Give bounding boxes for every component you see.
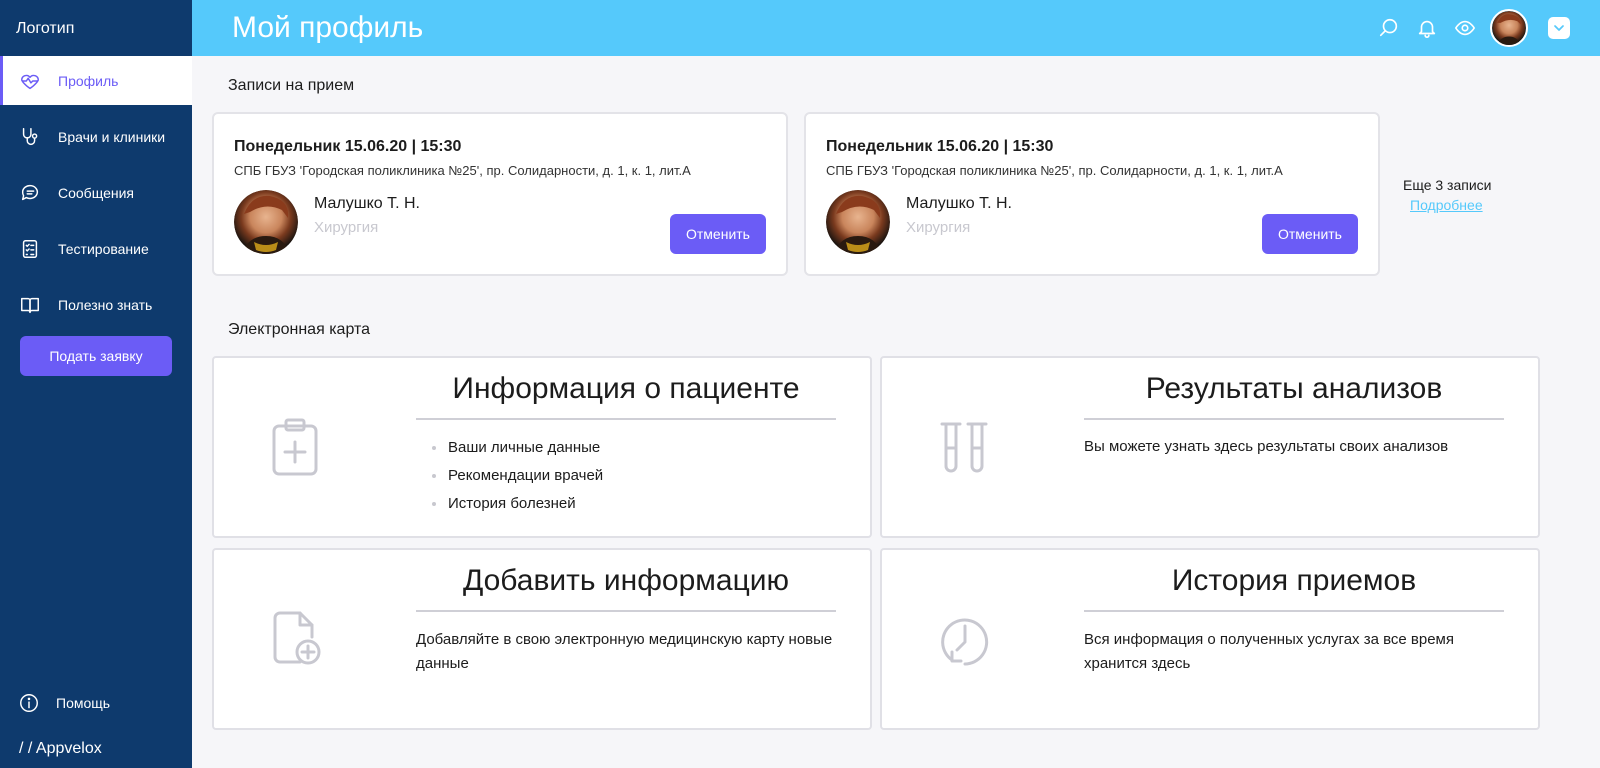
chat-icon — [18, 181, 42, 205]
sidebar: Логотип Профиль Врачи и клиники Сообщени… — [0, 0, 192, 768]
cancel-appointment-button[interactable]: Отменить — [1262, 214, 1358, 254]
card-title: История приемов — [1171, 564, 1417, 597]
list-item: Ваши личные данные — [432, 434, 603, 462]
list-item: История болезней — [432, 490, 603, 518]
doctor-name[interactable]: Малушко Т. Н. — [906, 195, 1012, 213]
card-divider — [416, 610, 836, 612]
clipboard-plus-icon — [272, 418, 318, 476]
book-icon — [18, 293, 42, 317]
doctor-avatar — [234, 190, 298, 254]
appointments-section-title: Записи на прием — [228, 77, 355, 94]
clock-history-icon — [941, 618, 989, 666]
sidebar-item-label: Профиль — [58, 72, 119, 89]
sidebar-item-label: Сообщения — [58, 184, 134, 201]
top-header: Мой профиль — [192, 0, 1600, 56]
appointment-card: Понедельник 15.06.20 | 15:30 СПБ ГБУЗ 'Г… — [804, 112, 1380, 276]
card-divider — [416, 418, 836, 420]
logo[interactable]: Логотип — [16, 20, 74, 38]
list-item: Рекомендации врачей — [432, 462, 603, 490]
checklist-icon — [18, 237, 42, 261]
card-divider — [1084, 418, 1504, 420]
page-title: Мой профиль — [232, 11, 424, 44]
doctor-name[interactable]: Малушко Т. Н. — [314, 195, 420, 213]
appointment-datetime: Понедельник 15.06.20 | 15:30 — [234, 138, 462, 155]
sidebar-item-profile[interactable]: Профиль — [0, 56, 192, 105]
sidebar-item-label: Врачи и клиники — [58, 128, 166, 145]
search-icon[interactable] — [1376, 15, 1402, 41]
doctor-avatar — [826, 190, 890, 254]
eye-icon[interactable] — [1452, 15, 1478, 41]
patient-info-card[interactable]: Информация о пациенте Ваши личные данные… — [212, 356, 872, 538]
card-title: Результаты анализов — [1145, 372, 1443, 405]
sidebar-item-label: Полезно знать — [58, 296, 153, 313]
card-description: Вся информация о полученных услугах за в… — [1084, 631, 1454, 672]
info-icon — [18, 692, 40, 714]
card-description: Добавляйте в свою электронную медицинску… — [416, 631, 833, 672]
card-divider — [1084, 610, 1504, 612]
cancel-appointment-button[interactable]: Отменить — [670, 214, 766, 254]
stethoscope-icon — [18, 125, 42, 149]
help-label: Помощь — [56, 695, 111, 711]
chevron-down-icon[interactable] — [1548, 17, 1570, 39]
more-appointments-count: Еще 3 записи — [1403, 177, 1492, 193]
submit-request-button[interactable]: Подать заявку — [20, 336, 172, 376]
appointment-address: СПБ ГБУЗ 'Городская поликлиника №25', пр… — [826, 163, 1283, 178]
sidebar-item-label: Тестирование — [58, 240, 149, 257]
sidebar-item-doctors[interactable]: Врачи и клиники — [0, 112, 192, 161]
patient-info-list: Ваши личные данные Рекомендации врачей И… — [432, 434, 603, 518]
sidebar-item-messages[interactable]: Сообщения — [0, 168, 192, 217]
heart-pulse-icon — [18, 69, 42, 93]
test-tubes-icon — [940, 422, 988, 473]
appointment-address: СПБ ГБУЗ 'Городская поликлиника №25', пр… — [234, 163, 691, 178]
sidebar-item-useful[interactable]: Полезно знать — [0, 280, 192, 329]
more-appointments-link[interactable]: Подробнее — [1410, 197, 1483, 213]
sidebar-item-testing[interactable]: Тестирование — [0, 224, 192, 273]
user-avatar[interactable] — [1490, 9, 1528, 47]
appointment-datetime: Понедельник 15.06.20 | 15:30 — [826, 138, 1054, 155]
header-actions — [1364, 0, 1570, 56]
appointment-card: Понедельник 15.06.20 | 15:30 СПБ ГБУЗ 'Г… — [212, 112, 788, 276]
brand-footer: / / Appvelox — [19, 740, 102, 757]
card-description: Вы можете узнать здесь результаты своих … — [1084, 438, 1449, 455]
help-link[interactable]: Помощь — [18, 692, 110, 714]
test-results-card[interactable]: Результаты анализов Вы можете узнать зде… — [880, 356, 1540, 538]
doctor-specialty: Хирургия — [314, 219, 379, 236]
card-title: Добавить информацию — [462, 564, 790, 597]
visit-history-card[interactable]: История приемов Вся информация о получен… — [880, 548, 1540, 730]
bell-icon[interactable] — [1414, 15, 1440, 41]
card-title: Информация о пациенте — [452, 372, 800, 405]
add-info-card[interactable]: Добавить информацию Добавляйте в свою эл… — [212, 548, 872, 730]
doctor-specialty: Хирургия — [906, 219, 971, 236]
sidebar-nav: Профиль Врачи и клиники Сообщения Тестир… — [0, 56, 192, 336]
ecard-section-title: Электронная карта — [228, 321, 371, 338]
file-add-icon — [273, 611, 321, 665]
